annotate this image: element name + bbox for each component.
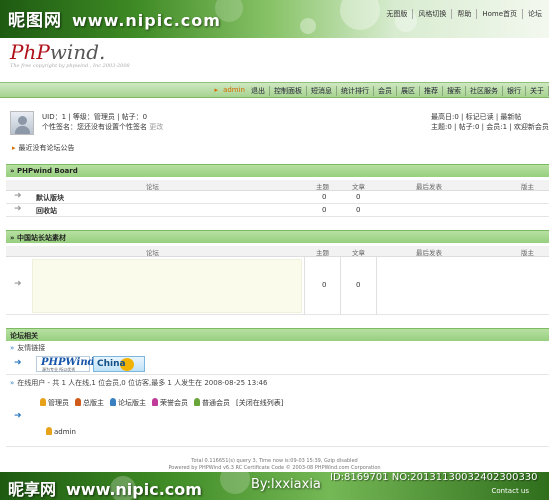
nav-gallery[interactable]: 展区 — [397, 86, 420, 96]
watermark-bottom: 昵享网 www.nipic.com — [8, 480, 202, 499]
arrow-right-icon: ➜ — [14, 191, 22, 201]
forum-cell[interactable] — [32, 259, 302, 313]
honor-icon — [152, 398, 158, 406]
watermark-id: ID:8169701 NO:20131130032402300330 — [330, 472, 538, 483]
table-row: ➜ 默认版块 0 0 — [6, 191, 549, 204]
nav-recommend[interactable]: 推荐 — [420, 86, 443, 96]
nav-members[interactable]: 会员 — [374, 86, 397, 96]
announcement: 最近没有论坛公告 — [12, 143, 75, 153]
logo-tagline: The free copyright by phpwind , Inc 2003… — [10, 63, 130, 69]
nav-search[interactable]: 搜索 — [443, 86, 466, 96]
avatar[interactable] — [10, 111, 34, 135]
admin-icon — [46, 427, 52, 435]
board-header-phpwind[interactable]: » PHPwind Board — [6, 164, 549, 177]
nav-username[interactable]: admin — [219, 86, 247, 96]
online-users-label: 在线用户 - 共 1 人在线,1 位会员,0 位访客,最多 1 人发生在 200… — [10, 378, 267, 388]
board2-table-header: 论坛 主题 文章 最后发表 版主 — [6, 246, 549, 257]
nav-bank[interactable]: 银行 — [503, 86, 526, 96]
arrow-right-icon: ➜ — [14, 358, 22, 368]
related-header[interactable]: 论坛相关 — [6, 328, 549, 341]
footer: Total 0.116651(s) query 3, Time now is:0… — [168, 458, 381, 471]
china-z-badge[interactable]: China — [93, 356, 145, 372]
top-link-style[interactable]: 风格切换 — [413, 9, 453, 19]
nav-stats[interactable]: 统计排行 — [337, 86, 374, 96]
super-mod-icon — [75, 398, 81, 406]
friend-links-row: ➜ PHPWind 源为专业 所以优秀 China — [6, 353, 549, 375]
arrow-right-icon: ➜ — [14, 279, 22, 289]
signature-value: 您还没有设置个性签名 — [77, 123, 147, 131]
online-legend: 管理员 总版主 论坛版主 荣誉会员 普通会员 [关闭在线列表] — [40, 398, 283, 408]
nav-logout[interactable]: 退出 — [247, 86, 270, 96]
top-link-forum[interactable]: 论坛 — [523, 9, 547, 19]
top-link-lite[interactable]: 无图版 — [381, 9, 414, 19]
nav-messages[interactable]: 短消息 — [307, 86, 337, 96]
arrow-right-icon: ➜ — [14, 411, 22, 421]
mod-icon — [110, 398, 116, 406]
board1-table-header: 论坛 主题 文章 最后发表 版主 — [6, 180, 549, 191]
signature-label: 个性签名： — [42, 123, 77, 131]
nav-control-panel[interactable]: 控制面板 — [270, 86, 307, 96]
table-row: ➜ 回收站 0 0 — [6, 204, 549, 217]
user-stats: UID：1 | 等级：管理员 | 帖子：0 — [42, 113, 148, 121]
top-link-help[interactable]: 帮助 — [452, 9, 478, 19]
top-banner: 昵图网 www.nipic.com 无图版 风格切换 帮助 Home首页 论坛 — [0, 0, 549, 38]
watermark-author: By:lxxiaxia — [251, 477, 321, 492]
admin-icon — [40, 398, 46, 406]
forum-link[interactable]: 回收站 — [36, 206, 57, 216]
friend-links-label: 友情链接 — [10, 343, 45, 353]
signature-edit-link[interactable]: 更改 — [149, 123, 163, 131]
forum-stats-line2: 主题:0 | 帖子:0 | 会员:1 | 欢迎新会员 — [431, 123, 549, 131]
nav-bar: ▸ admin 退出 控制面板 短消息 统计排行 会员 展区 推荐 搜索 社区服… — [0, 82, 549, 98]
table-row: ➜ 0 0 — [6, 257, 549, 315]
top-link-home[interactable]: Home首页 — [477, 9, 523, 19]
forum-link[interactable]: 默认版块 — [36, 193, 64, 203]
nav-about[interactable]: 关于 — [526, 86, 549, 96]
close-online-list-link[interactable]: [关闭在线列表] — [236, 398, 283, 408]
online-user[interactable]: admin — [46, 427, 76, 436]
board-header-sucai[interactable]: » 中国站长站素材 — [6, 230, 549, 243]
bottom-banner: 昵享网 www.nipic.com By:lxxiaxia ID:8169701 … — [0, 472, 549, 500]
header: PhPwind. The free copyright by phpwind ,… — [0, 38, 549, 82]
contact-us-link[interactable]: Contact us — [491, 487, 529, 495]
phpwind-logo[interactable]: PhPwind. — [10, 40, 105, 64]
top-links: 无图版 风格切换 帮助 Home首页 论坛 — [381, 9, 547, 19]
member-icon — [194, 398, 200, 406]
watermark-top: 昵图网 www.nipic.com — [8, 11, 221, 31]
user-info-box: UID：1 | 等级：管理员 | 帖子：0 个性签名：您还没有设置个性签名 更改… — [6, 108, 549, 142]
phpwind-badge[interactable]: PHPWind 源为专业 所以优秀 — [36, 356, 95, 372]
forum-stats-line1: 最高日:0 | 标记已读 | 最新帖 — [431, 113, 522, 121]
arrow-right-icon: ➜ — [14, 204, 22, 214]
nav-services[interactable]: 社区服务 — [466, 86, 503, 96]
